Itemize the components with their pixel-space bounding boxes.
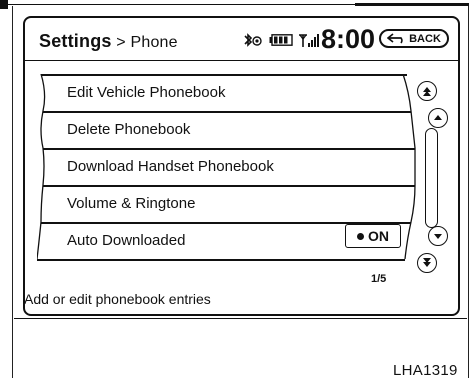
breadcrumb-current: Phone	[130, 34, 178, 51]
breadcrumb-separator: >	[116, 34, 126, 51]
list-edge-curves	[37, 74, 416, 260]
display-screen: Settings > Phone 8:00 BACK Edit Vehicle …	[23, 16, 460, 316]
clock: 8:00	[321, 24, 376, 54]
double-up-arrow-icon	[423, 87, 431, 96]
scroll-top-button[interactable]	[417, 81, 437, 101]
menu-list: Edit Vehicle Phonebook Delete Phonebook …	[37, 74, 416, 274]
back-arrow-icon	[387, 33, 403, 44]
figure-code: LHA1319	[393, 362, 458, 379]
page-indicator: 1/5	[371, 273, 387, 285]
up-arrow-icon	[434, 115, 442, 120]
signal-icon	[299, 33, 319, 47]
double-down-arrow-icon	[423, 258, 431, 267]
breadcrumb: Settings > Phone	[39, 31, 178, 52]
status-icons	[242, 32, 320, 48]
status-bar: Settings > Phone 8:00 BACK	[25, 18, 458, 61]
scroll-bottom-button[interactable]	[417, 253, 437, 273]
down-arrow-icon	[434, 234, 442, 239]
battery-icon	[269, 34, 293, 46]
hint-divider	[14, 318, 467, 319]
back-label: BACK	[409, 32, 441, 45]
scroll-down-button[interactable]	[428, 226, 448, 246]
scroll-up-button[interactable]	[428, 108, 448, 128]
help-text: Add or edit phonebook entries	[24, 291, 211, 307]
scrollbar[interactable]	[425, 128, 438, 228]
back-button[interactable]: BACK	[379, 29, 449, 48]
bluetooth-icon	[244, 33, 262, 47]
breadcrumb-settings[interactable]: Settings	[39, 31, 112, 51]
